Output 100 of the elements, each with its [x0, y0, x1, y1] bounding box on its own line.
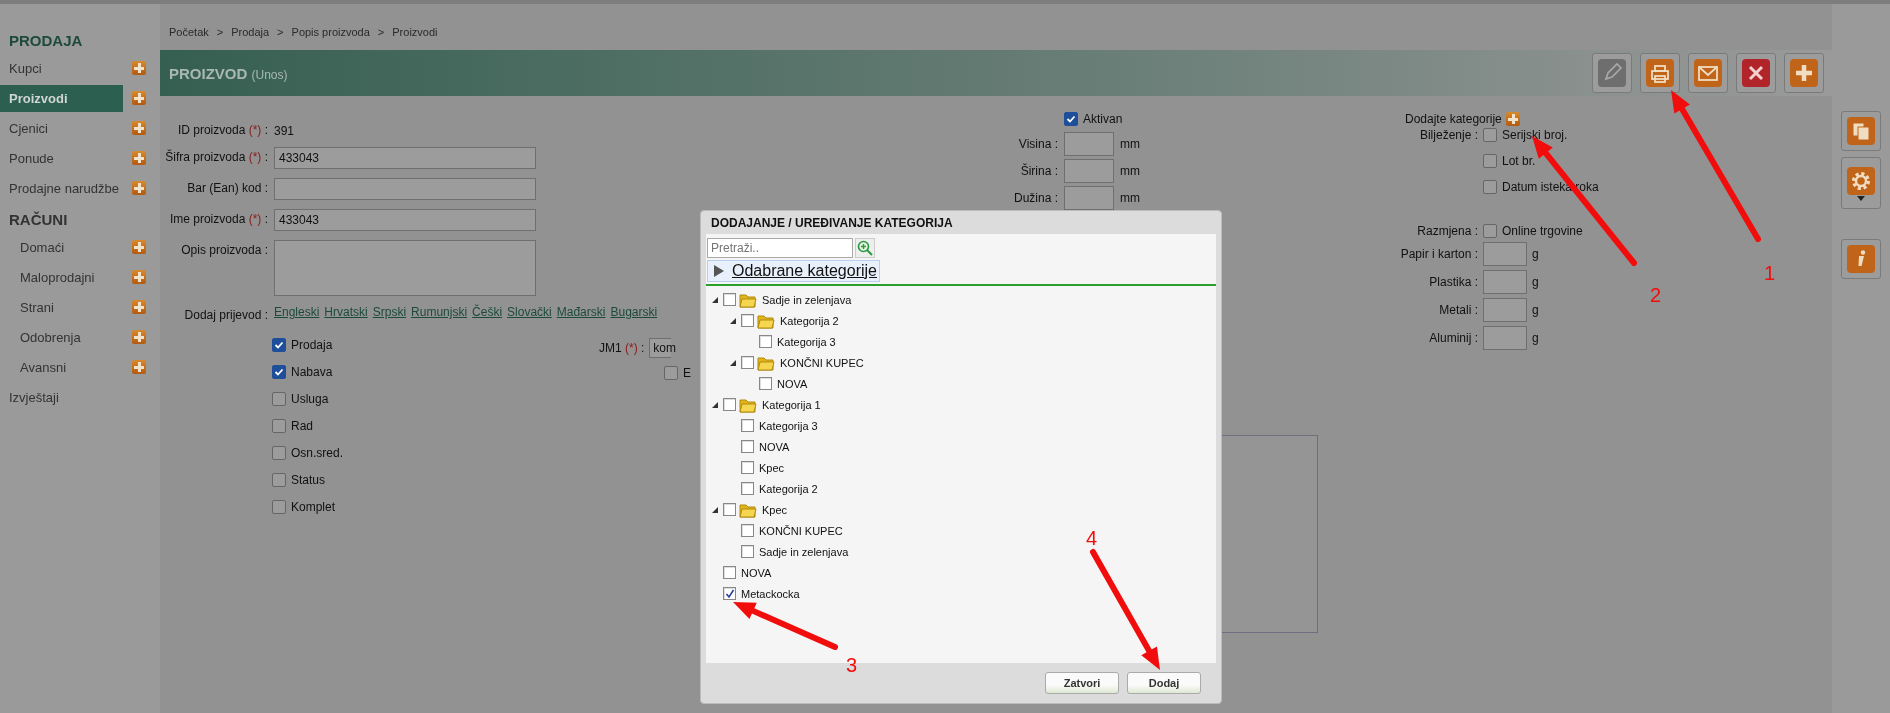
tree-item[interactable]: Kpec [759, 461, 785, 474]
checkbox[interactable] [723, 398, 736, 411]
input-field[interactable]: 433043 [274, 209, 536, 231]
checkbox[interactable] [741, 545, 754, 558]
tree-item[interactable]: Sadje in zelenjava [759, 545, 849, 558]
add-icon[interactable] [132, 151, 146, 165]
add-icon[interactable] [132, 270, 146, 284]
checkbox[interactable] [759, 335, 772, 348]
selected-categories-link[interactable]: Odabrane kategorije [707, 260, 880, 282]
checkbox[interactable] [1483, 180, 1497, 194]
sidebar-item[interactable]: Maloprodajni [0, 263, 124, 291]
tree-item[interactable]: NOVA [777, 377, 808, 390]
checkbox[interactable] [723, 293, 736, 306]
toolbar-button[interactable] [1784, 53, 1824, 93]
language-link[interactable]: Hrvatski [324, 305, 368, 319]
language-link[interactable]: Češki [472, 305, 503, 319]
tree-item[interactable]: KONČNI KUPEC [780, 356, 864, 369]
language-link[interactable]: Engleski [274, 305, 320, 319]
add-icon[interactable] [132, 181, 146, 195]
search-field[interactable]: Pretraži.. [707, 238, 853, 258]
checkbox[interactable] [272, 500, 286, 514]
add-icon[interactable] [132, 61, 146, 75]
toolbar-button[interactable] [1736, 53, 1776, 93]
input-field[interactable] [1483, 298, 1527, 322]
sidebar-item[interactable]: Strani [0, 293, 124, 321]
checkbox[interactable] [1064, 112, 1078, 126]
breadcrumb-link[interactable]: Proizvodi [392, 26, 438, 50]
checkbox[interactable] [1483, 128, 1497, 142]
language-link[interactable]: Slovački [507, 305, 552, 319]
breadcrumb-link[interactable]: Prodaja [231, 26, 270, 50]
text-area[interactable] [274, 240, 536, 296]
tree-item[interactable]: Kategorija 2 [759, 482, 818, 495]
sidebar-item[interactable]: Domaći [0, 233, 124, 261]
checkbox[interactable] [741, 440, 754, 453]
breadcrumb-link[interactable]: Početak [169, 26, 209, 50]
tree-item[interactable]: Sadje in zelenjava [762, 293, 852, 306]
sidebar-item[interactable]: Kupci [0, 54, 123, 82]
sidebar-item[interactable]: Izvještaji [0, 383, 123, 411]
checkbox[interactable] [741, 482, 754, 495]
input-field[interactable] [1064, 132, 1114, 156]
side-tool-button[interactable] [1841, 111, 1881, 151]
add-icon[interactable] [132, 91, 146, 105]
checkbox[interactable] [741, 356, 754, 369]
side-tool-button[interactable] [1841, 239, 1881, 279]
tree-item[interactable]: Kpec [762, 503, 788, 516]
checkbox[interactable] [741, 419, 754, 432]
checkbox[interactable] [272, 338, 286, 352]
input-field[interactable] [1483, 242, 1527, 266]
add-icon[interactable] [132, 330, 146, 344]
checkbox[interactable] [723, 566, 736, 579]
side-tool-button[interactable] [1841, 157, 1881, 209]
dialog-button[interactable]: Dodaj [1127, 672, 1201, 694]
add-icon[interactable] [132, 240, 146, 254]
checkbox[interactable] [741, 314, 754, 327]
checkbox[interactable] [723, 587, 736, 600]
tree-item[interactable]: Kategorija 1 [762, 398, 821, 411]
sidebar-item[interactable]: Ponude [0, 144, 123, 172]
language-link[interactable]: Rumunjski [411, 305, 468, 319]
sidebar-item[interactable]: Cjenici [0, 114, 123, 142]
breadcrumb-link[interactable]: Popis proizvoda [291, 26, 370, 50]
input-field[interactable] [1483, 326, 1527, 350]
input-field[interactable] [274, 178, 536, 200]
checkbox[interactable] [272, 365, 286, 379]
tree-item[interactable]: Metackocka [741, 587, 800, 600]
tree-item[interactable]: Kategorija 2 [780, 314, 839, 327]
input-field[interactable] [1483, 270, 1527, 294]
checkbox[interactable] [723, 503, 736, 516]
language-link[interactable]: Mađarski [556, 305, 606, 319]
checkbox[interactable] [1483, 224, 1497, 238]
checkbox[interactable] [272, 419, 286, 433]
add-icon[interactable] [132, 360, 146, 374]
language-link[interactable]: Srpski [372, 305, 407, 319]
sidebar-item[interactable]: Prodajne narudžbe [0, 174, 123, 202]
toolbar-button[interactable] [1640, 53, 1680, 93]
dialog-button[interactable]: Zatvori [1045, 672, 1119, 694]
tree-item[interactable]: NOVA [759, 440, 790, 453]
checkbox[interactable] [272, 473, 286, 487]
checkbox[interactable] [664, 366, 678, 380]
input-field[interactable]: 433043 [274, 147, 536, 169]
search-button[interactable] [855, 238, 875, 258]
input-field[interactable] [1064, 186, 1114, 210]
add-icon[interactable] [132, 121, 146, 135]
add-icon[interactable] [1505, 112, 1520, 126]
checkbox[interactable] [272, 392, 286, 406]
tree-item[interactable]: NOVA [741, 566, 772, 579]
checkbox[interactable] [1483, 154, 1497, 168]
checkbox[interactable] [759, 377, 772, 390]
language-link[interactable]: Bugarski [610, 305, 658, 319]
tree-item[interactable]: Kategorija 3 [777, 335, 836, 348]
toolbar-button[interactable] [1688, 53, 1728, 93]
checkbox[interactable] [272, 446, 286, 460]
checkbox[interactable] [741, 524, 754, 537]
sidebar-item[interactable]: Odobrenja [0, 323, 124, 351]
checkbox[interactable] [741, 461, 754, 474]
sidebar-item[interactable]: Avansni [0, 353, 124, 381]
tree-item[interactable]: Kategorija 3 [759, 419, 818, 432]
input-field[interactable] [1064, 159, 1114, 183]
sidebar-item[interactable]: Proizvodi [0, 84, 123, 112]
add-icon[interactable] [132, 300, 146, 314]
tree-item[interactable]: KONČNI KUPEC [759, 524, 843, 537]
